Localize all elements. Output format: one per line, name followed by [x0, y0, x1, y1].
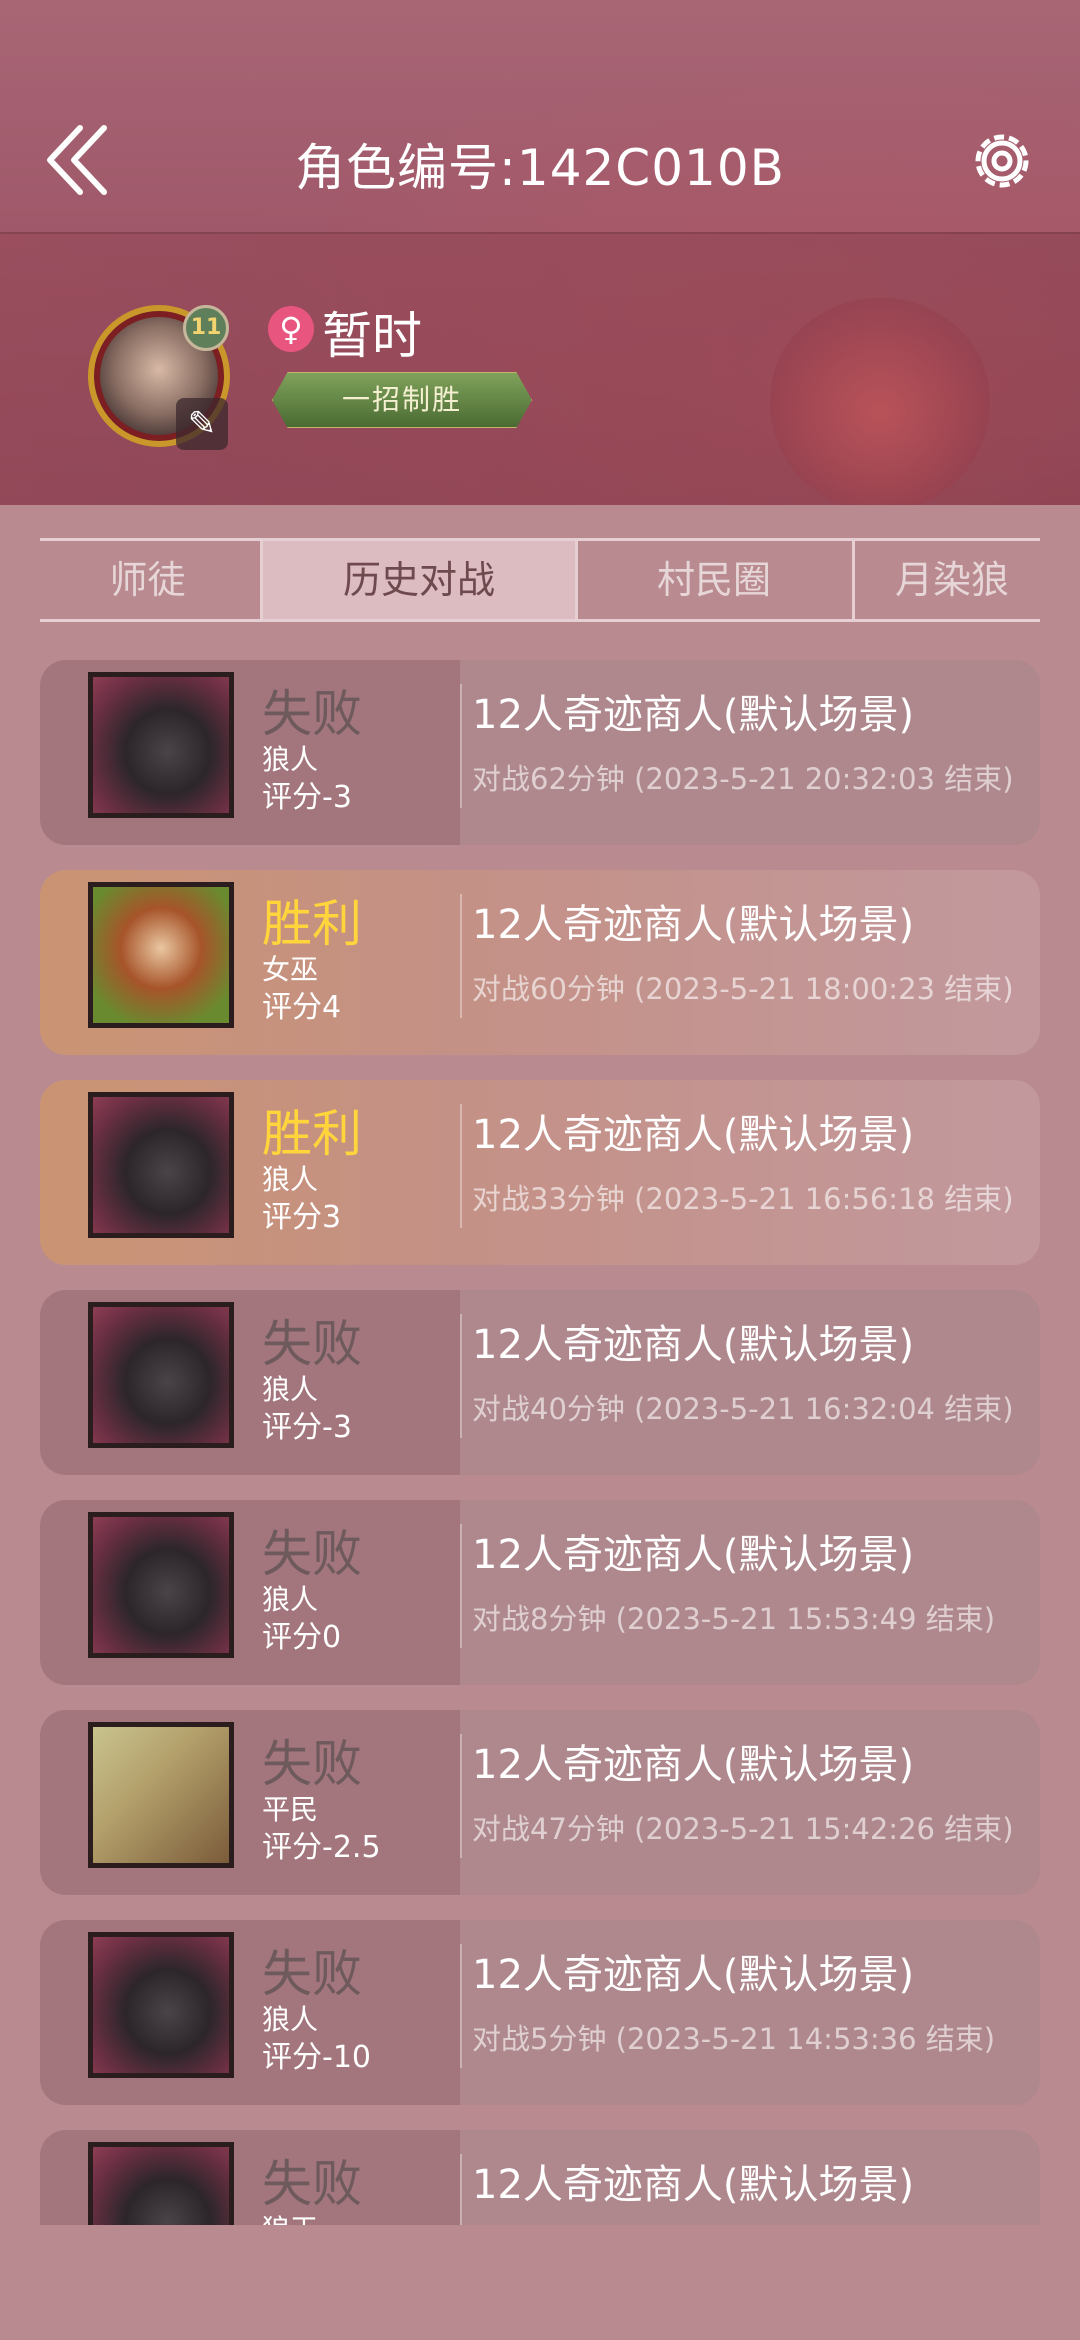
- tab-village-circle[interactable]: 村民圈: [578, 541, 850, 619]
- match-role: 狼王: [262, 2208, 318, 2225]
- match-mode: 12人奇迹商人(默认场景): [472, 1742, 915, 1788]
- match-row[interactable]: 失败 平民 评分-2.5 12人奇迹商人(默认场景) 对战47分钟 (2023-…: [40, 1710, 1040, 1895]
- match-meta: 对战47分钟 (2023-5-21 15:42:26 结束): [472, 1812, 1014, 1846]
- match-result: 失败: [262, 685, 362, 743]
- match-mode: 12人奇迹商人(默认场景): [472, 902, 915, 948]
- match-mode: 12人奇迹商人(默认场景): [472, 1952, 915, 1998]
- wolf-king-portrait: [88, 2142, 234, 2225]
- villager-portrait: [88, 1722, 234, 1868]
- title-badge: 一招制胜: [272, 372, 532, 428]
- tab-bar: 师徒 历史对战 村民圈 月染狼: [40, 538, 1040, 622]
- match-meta: 对战8分钟 (2023-5-21 15:53:49 结束): [472, 1602, 996, 1636]
- tab-match-history[interactable]: 历史对战: [263, 541, 575, 619]
- match-score: 评分-2.5: [262, 1830, 381, 1865]
- match-mode: 12人奇迹商人(默认场景): [472, 1112, 915, 1158]
- match-score: 评分4: [262, 990, 342, 1025]
- werewolf-portrait: [88, 1302, 234, 1448]
- match-row[interactable]: 失败 狼人 评分-3 12人奇迹商人(默认场景) 对战40分钟 (2023-5-…: [40, 1290, 1040, 1475]
- gear-icon[interactable]: [965, 124, 1039, 198]
- tab-moon-wolf[interactable]: 月染狼: [855, 541, 1040, 619]
- match-result: 失败: [262, 2155, 362, 2213]
- werewolf-portrait: [88, 1092, 234, 1238]
- match-meta: 对战5分钟 (2023-5-21 14:53:36 结束): [472, 2022, 996, 2056]
- match-result: 失败: [262, 1735, 362, 1793]
- match-row[interactable]: 失败 狼王 12人奇迹商人(默认场景): [40, 2130, 1040, 2225]
- match-meta: 对战40分钟 (2023-5-21 16:32:04 结束): [472, 1392, 1014, 1426]
- match-row[interactable]: 失败 狼人 评分0 12人奇迹商人(默认场景) 对战8分钟 (2023-5-21…: [40, 1500, 1040, 1685]
- match-result: 失败: [262, 1525, 362, 1583]
- match-meta: 对战33分钟 (2023-5-21 16:56:18 结束): [472, 1182, 1014, 1216]
- match-row[interactable]: 胜利 狼人 评分3 12人奇迹商人(默认场景) 对战33分钟 (2023-5-2…: [40, 1080, 1040, 1265]
- match-score: 评分-10: [262, 2040, 371, 2075]
- tab-mentorship[interactable]: 师徒: [40, 541, 255, 619]
- werewolf-portrait: [88, 1932, 234, 2078]
- match-mode: 12人奇迹商人(默认场景): [472, 1532, 915, 1578]
- match-result: 胜利: [262, 895, 362, 953]
- page-title: 角色编号:142C010B: [295, 139, 785, 197]
- match-mode: 12人奇迹商人(默认场景): [472, 692, 915, 738]
- avatar[interactable]: 11 ✎: [88, 305, 230, 450]
- profile-header: 角色编号:142C010B 11 ✎ ♀ 暂时 一招制胜: [0, 0, 1080, 505]
- match-meta: 对战60分钟 (2023-5-21 18:00:23 结束): [472, 972, 1014, 1006]
- match-meta: 对战62分钟 (2023-5-21 20:32:03 结束): [472, 762, 1014, 796]
- werewolf-portrait: [88, 672, 234, 818]
- match-result: 胜利: [262, 1105, 362, 1163]
- match-result: 失败: [262, 1945, 362, 2003]
- female-icon: ♀: [268, 306, 314, 352]
- match-mode: 12人奇迹商人(默认场景): [472, 2162, 915, 2208]
- match-score: 评分-3: [262, 1410, 352, 1445]
- match-score: 评分3: [262, 1200, 342, 1235]
- witch-portrait: [88, 882, 234, 1028]
- level-badge: 11: [183, 305, 229, 351]
- match-result: 失败: [262, 1315, 362, 1373]
- werewolf-portrait: [88, 1512, 234, 1658]
- match-history-list: 失败 狼人 评分-3 12人奇迹商人(默认场景) 对战62分钟 (2023-5-…: [40, 660, 1040, 2225]
- match-score: 评分0: [262, 1620, 342, 1655]
- edit-icon[interactable]: ✎: [176, 398, 228, 450]
- match-score: 评分-3: [262, 780, 352, 815]
- match-row[interactable]: 失败 狼人 评分-3 12人奇迹商人(默认场景) 对战62分钟 (2023-5-…: [40, 660, 1040, 845]
- match-row[interactable]: 胜利 女巫 评分4 12人奇迹商人(默认场景) 对战60分钟 (2023-5-2…: [40, 870, 1040, 1055]
- match-row[interactable]: 失败 狼人 评分-10 12人奇迹商人(默认场景) 对战5分钟 (2023-5-…: [40, 1920, 1040, 2105]
- username: 暂时: [322, 307, 422, 365]
- match-mode: 12人奇迹商人(默认场景): [472, 1322, 915, 1368]
